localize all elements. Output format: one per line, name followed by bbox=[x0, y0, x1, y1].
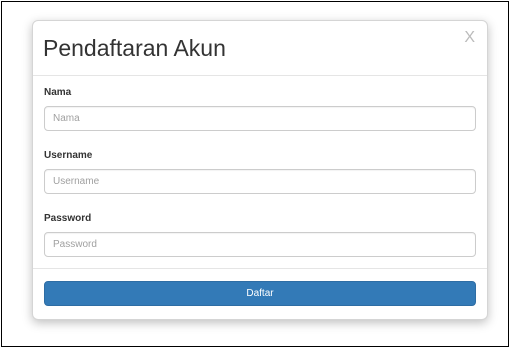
modal-title: Pendaftaran Akun bbox=[43, 35, 226, 61]
username-label: Username bbox=[44, 150, 93, 161]
modal-footer: Daftar bbox=[33, 268, 487, 321]
screenshot-frame: Pendaftaran Akun X Nama Username Passwor… bbox=[1, 1, 509, 347]
username-input[interactable] bbox=[44, 169, 476, 194]
modal-header: Pendaftaran Akun X bbox=[33, 21, 487, 76]
form-group-nama: Nama bbox=[44, 87, 476, 144]
form-group-username: Username bbox=[44, 150, 476, 207]
registration-modal: Pendaftaran Akun X Nama Username Passwor… bbox=[32, 20, 488, 320]
password-label: Password bbox=[44, 213, 92, 224]
close-button[interactable]: X bbox=[464, 29, 475, 47]
nama-input[interactable] bbox=[44, 106, 476, 131]
password-input[interactable] bbox=[44, 232, 476, 257]
modal-body: Nama Username Password bbox=[44, 81, 476, 270]
nama-label: Nama bbox=[44, 87, 72, 98]
daftar-button[interactable]: Daftar bbox=[44, 281, 476, 306]
form-group-password: Password bbox=[44, 213, 476, 270]
